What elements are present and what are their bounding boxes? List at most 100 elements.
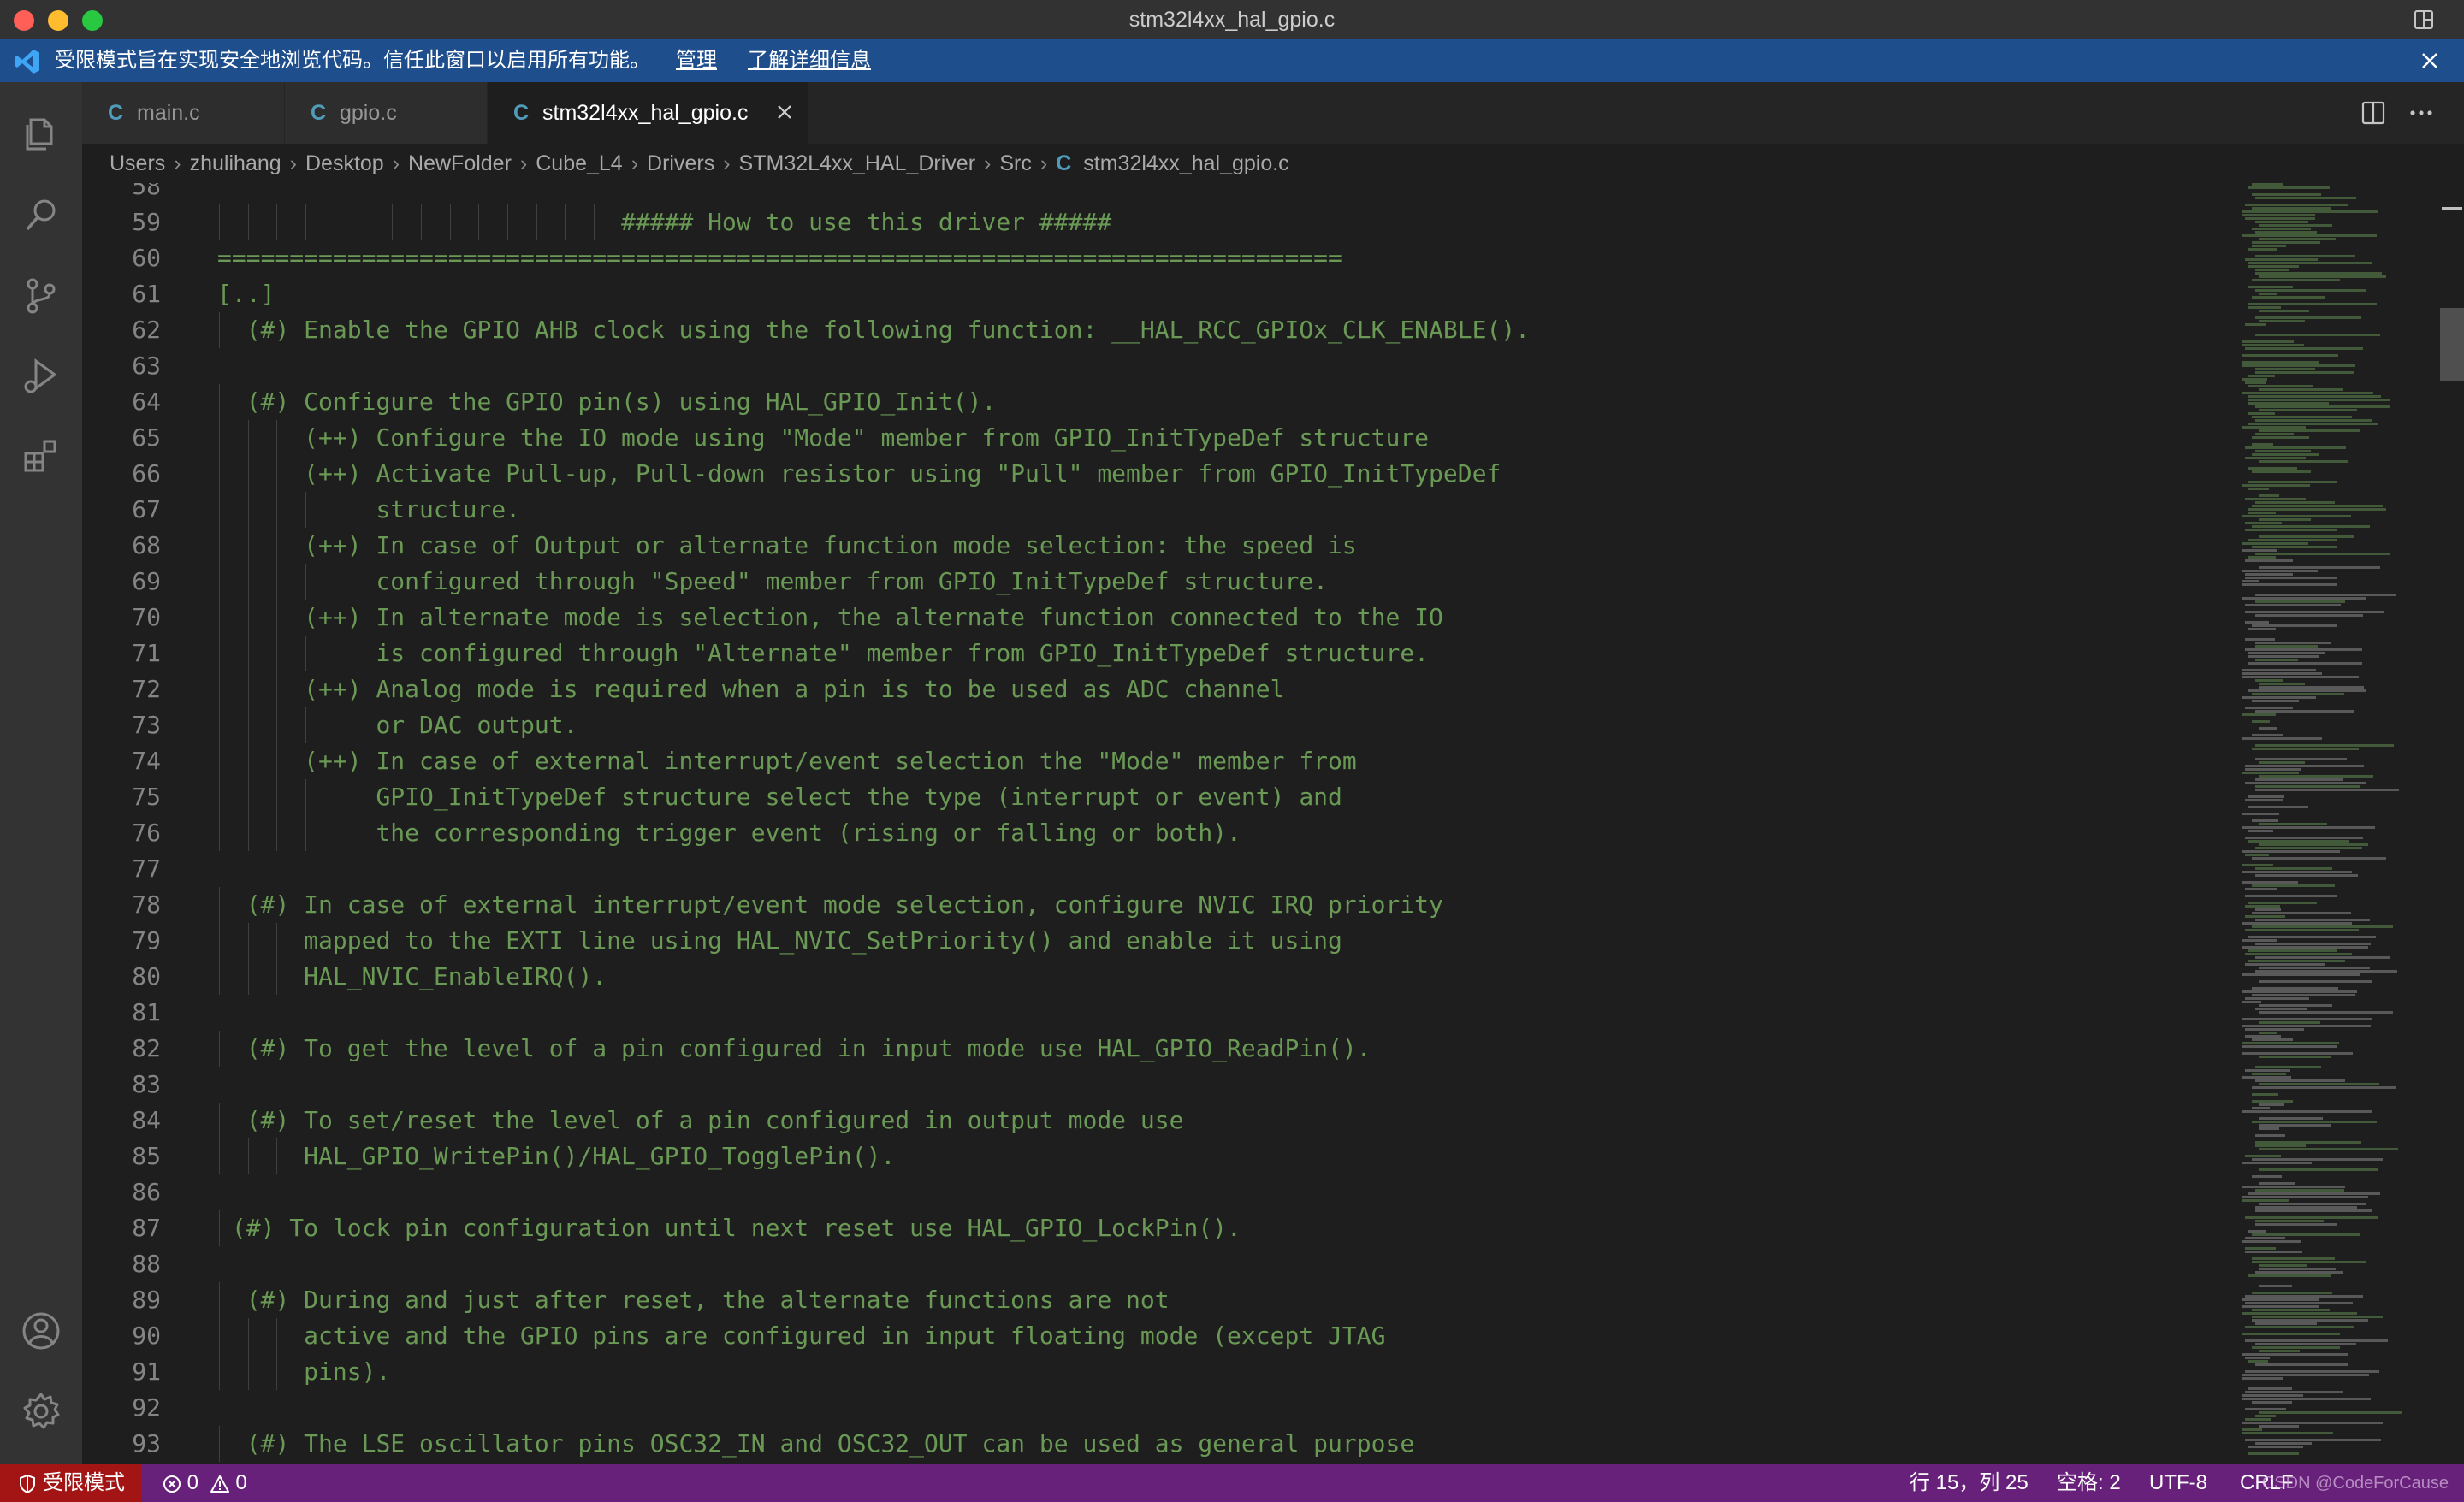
split-editor-icon[interactable]: [2361, 101, 2385, 125]
code-line[interactable]: 89 (#) During and just after reset, the …: [82, 1282, 2238, 1318]
minimap-line: [2248, 265, 2299, 268]
error-icon: [163, 1475, 181, 1493]
minimap-line: [2255, 197, 2356, 199]
code-line[interactable]: 80 HAL_NVIC_EnableIRQ().: [82, 959, 2238, 995]
minimap-line: [2242, 1394, 2303, 1397]
line-number: 69: [132, 567, 161, 595]
minimap[interactable]: [2238, 183, 2440, 1464]
code-line[interactable]: 71 is configured through "Alternate" mem…: [82, 636, 2238, 671]
code-line[interactable]: 61 [..]: [82, 276, 2238, 312]
code-line[interactable]: 93 (#) The LSE oscillator pins OSC32_IN …: [82, 1426, 2238, 1462]
code-line[interactable]: 73 or DAC output.: [82, 707, 2238, 743]
minimap-line: [2242, 772, 2299, 774]
minimap-line: [2245, 1251, 2302, 1253]
problems-indicator[interactable]: 0 0: [163, 1464, 247, 1502]
run-debug-icon[interactable]: [19, 354, 63, 399]
source-control-icon[interactable]: [19, 274, 63, 318]
account-icon[interactable]: [19, 1309, 63, 1353]
code-line[interactable]: 63: [82, 348, 2238, 384]
code-line[interactable]: 70 (++) In alternate mode is selection, …: [82, 600, 2238, 636]
indentation[interactable]: 空格: 2: [2057, 1464, 2121, 1502]
code-line[interactable]: 75 GPIO_InitTypeDef structure select the…: [82, 779, 2238, 815]
layout-icon[interactable]: [2413, 9, 2435, 31]
breadcrumb-item[interactable]: Src: [999, 151, 1032, 175]
cursor-position[interactable]: 行 15，列 25: [1910, 1464, 2029, 1502]
minimap-line: [2255, 1415, 2276, 1417]
code-line[interactable]: 72 (++) Analog mode is required when a p…: [82, 671, 2238, 707]
tab-gpio-c[interactable]: C gpio.c: [285, 82, 488, 144]
minimap-line: [2242, 1428, 2262, 1431]
code-text: (++) Activate Pull-up, Pull-down resisto…: [188, 459, 1502, 488]
code-text: ##### How to use this driver #####: [188, 208, 1112, 236]
minimap-line: [2259, 1124, 2331, 1126]
learn-more-link[interactable]: 了解详细信息: [748, 39, 871, 82]
tab-main-c[interactable]: C main.c: [82, 82, 285, 144]
encoding[interactable]: UTF-8: [2149, 1464, 2207, 1502]
minimap-line: [2245, 1326, 2354, 1328]
code-line[interactable]: 83: [82, 1067, 2238, 1103]
code-line[interactable]: 62 (#) Enable the GPIO AHB clock using t…: [82, 312, 2238, 348]
code-line[interactable]: 65 (++) Configure the IO mode using "Mod…: [82, 420, 2238, 456]
breadcrumb-item[interactable]: Desktop: [305, 151, 384, 175]
minimap-line: [2255, 368, 2315, 370]
code-line[interactable]: 88: [82, 1246, 2238, 1282]
code-line[interactable]: 91 pins).: [82, 1354, 2238, 1390]
search-icon[interactable]: [19, 193, 63, 238]
minimap-line: [2255, 594, 2396, 596]
code-line[interactable]: 90 active and the GPIO pins are configur…: [82, 1318, 2238, 1354]
manage-link[interactable]: 管理: [676, 39, 717, 82]
breadcrumb-item[interactable]: Users: [110, 151, 165, 175]
close-icon[interactable]: [2420, 50, 2440, 71]
code-line[interactable]: 74 (++) In case of external interrupt/ev…: [82, 743, 2238, 779]
code-line[interactable]: 68 (++) In case of Output or alternate f…: [82, 528, 2238, 564]
manage-gear-icon[interactable]: [19, 1389, 63, 1434]
minimap-line: [2259, 1285, 2292, 1287]
code-line[interactable]: 86: [82, 1174, 2238, 1210]
restricted-mode-indicator[interactable]: 受限模式: [0, 1464, 142, 1502]
minimap-line: [2255, 419, 2372, 422]
code-line[interactable]: 84 (#) To set/reset the level of a pin c…: [82, 1103, 2238, 1138]
close-tab-icon[interactable]: [775, 103, 794, 121]
extensions-icon[interactable]: [19, 435, 63, 479]
minimap-line: [2242, 234, 2377, 237]
minimap-line: [2255, 1144, 2306, 1147]
minimap-line: [2248, 806, 2308, 808]
code-line[interactable]: 67 structure.: [82, 492, 2238, 528]
code-line[interactable]: 87 (#) To lock pin configuration until n…: [82, 1210, 2238, 1246]
breadcrumb-file[interactable]: stm32l4xx_hal_gpio.c: [1083, 151, 1288, 175]
code-line[interactable]: 66 (++) Activate Pull-up, Pull-down resi…: [82, 456, 2238, 492]
code-line[interactable]: 82 (#) To get the level of a pin configu…: [82, 1031, 2238, 1067]
more-actions-icon[interactable]: [2410, 110, 2432, 115]
tab-stm32l4xx-hal-gpio-c[interactable]: C stm32l4xx_hal_gpio.c: [488, 82, 808, 144]
code-line[interactable]: 76 the corresponding trigger event (risi…: [82, 815, 2238, 851]
minimap-line: [2248, 306, 2281, 309]
breadcrumb-item[interactable]: zhulihang: [190, 151, 281, 175]
editor-scrollbar[interactable]: [2440, 183, 2464, 1464]
minimap-line: [2242, 361, 2319, 364]
code-line[interactable]: 64 (#) Configure the GPIO pin(s) using H…: [82, 384, 2238, 420]
breadcrumb-item[interactable]: STM32L4xx_HAL_Driver: [739, 151, 976, 175]
minimap-line: [2252, 748, 2359, 750]
code-line[interactable]: 79 mapped to the EXTI line using HAL_NVI…: [82, 923, 2238, 959]
code-editor[interactable]: 58 59 ##### How to use this driver ##### 6…: [82, 183, 2238, 1464]
scroll-thumb[interactable]: [2440, 308, 2464, 381]
breadcrumb-item[interactable]: Cube_L4: [536, 151, 622, 175]
minimap-line: [2259, 1083, 2379, 1085]
code-line[interactable]: 85 HAL_GPIO_WritePin()/HAL_GPIO_TogglePi…: [82, 1138, 2238, 1174]
code-line[interactable]: 69 configured through "Speed" member fro…: [82, 564, 2238, 600]
breadcrumb-item[interactable]: Drivers: [647, 151, 714, 175]
code-line[interactable]: 59 ##### How to use this driver #####: [82, 204, 2238, 240]
code-line[interactable]: 81: [82, 995, 2238, 1031]
chevron-right-icon: ›: [984, 151, 992, 175]
code-line[interactable]: 77: [82, 851, 2238, 887]
code-line[interactable]: 60 =====================================…: [82, 240, 2238, 276]
code-line[interactable]: 92: [82, 1390, 2238, 1426]
line-number: 58: [132, 183, 161, 200]
minimap-line: [2242, 676, 2359, 678]
code-line[interactable]: 58: [82, 183, 2238, 204]
minimap-line: [2245, 1069, 2290, 1072]
breadcrumb-item[interactable]: NewFolder: [408, 151, 512, 175]
files-icon[interactable]: [19, 111, 63, 156]
code-line[interactable]: 78 (#) In case of external interrupt/eve…: [82, 887, 2238, 923]
minimap-line: [2259, 967, 2370, 969]
